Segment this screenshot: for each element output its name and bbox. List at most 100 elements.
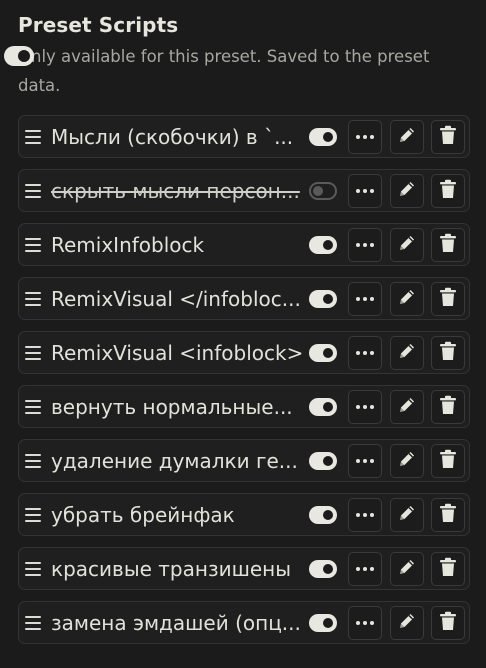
edit-script-button[interactable] xyxy=(390,228,424,262)
script-name: вернуть нормальные... xyxy=(51,394,293,419)
script-row: замена эмдашей (опц... xyxy=(18,601,470,644)
drag-handle-icon[interactable] xyxy=(25,129,45,144)
script-name: RemixVisual <infoblock> xyxy=(51,340,304,365)
script-row: красивые транзишены xyxy=(18,547,470,590)
ellipsis-icon xyxy=(356,135,374,139)
pencil-icon xyxy=(397,179,417,203)
pencil-icon xyxy=(397,287,417,311)
more-options-button[interactable] xyxy=(348,390,382,424)
script-name: убрать брейнфак xyxy=(51,502,235,527)
edit-script-button[interactable] xyxy=(390,282,424,316)
trash-icon xyxy=(439,449,457,473)
more-options-button[interactable] xyxy=(348,282,382,316)
more-options-button[interactable] xyxy=(348,174,382,208)
delete-script-button[interactable] xyxy=(431,552,465,586)
more-options-button[interactable] xyxy=(348,606,382,640)
script-enable-toggle[interactable] xyxy=(309,344,337,362)
pencil-icon xyxy=(397,125,417,149)
drag-handle-icon[interactable] xyxy=(25,345,45,360)
drag-handle-icon[interactable] xyxy=(25,399,45,414)
trash-icon xyxy=(439,287,457,311)
script-enable-toggle[interactable] xyxy=(309,506,337,524)
more-options-button[interactable] xyxy=(348,120,382,154)
script-name: RemixVisual </infobloc... xyxy=(51,286,301,311)
delete-script-button[interactable] xyxy=(431,120,465,154)
edit-script-button[interactable] xyxy=(390,120,424,154)
script-enable-toggle[interactable] xyxy=(309,452,337,470)
panel-description: Only available for this preset. Saved to… xyxy=(18,47,430,95)
delete-script-button[interactable] xyxy=(431,282,465,316)
ellipsis-icon xyxy=(356,621,374,625)
drag-handle-icon[interactable] xyxy=(25,453,45,468)
trash-icon xyxy=(439,611,457,635)
delete-script-button[interactable] xyxy=(431,444,465,478)
script-name: красивые транзишены xyxy=(51,556,292,581)
pencil-icon xyxy=(397,503,417,527)
edit-script-button[interactable] xyxy=(390,390,424,424)
script-row: RemixVisual <infoblock> xyxy=(18,331,470,374)
script-name: Мысли (скобочки) в `... xyxy=(51,124,294,149)
trash-icon xyxy=(439,233,457,257)
trash-icon xyxy=(439,503,457,527)
script-name: замена эмдашей (опц... xyxy=(51,610,301,635)
script-row: скрыть мысли персон... xyxy=(18,169,470,212)
delete-script-button[interactable] xyxy=(431,336,465,370)
more-options-button[interactable] xyxy=(348,444,382,478)
delete-script-button[interactable] xyxy=(431,606,465,640)
script-row: убрать брейнфак xyxy=(18,493,470,536)
ellipsis-icon xyxy=(356,297,374,301)
ellipsis-icon xyxy=(356,351,374,355)
drag-handle-icon[interactable] xyxy=(25,237,45,252)
pencil-icon xyxy=(397,341,417,365)
ellipsis-icon xyxy=(356,513,374,517)
delete-script-button[interactable] xyxy=(431,228,465,262)
more-options-button[interactable] xyxy=(348,552,382,586)
script-row: RemixInfoblock xyxy=(18,223,470,266)
drag-handle-icon[interactable] xyxy=(25,507,45,522)
edit-script-button[interactable] xyxy=(390,498,424,532)
edit-script-button[interactable] xyxy=(390,174,424,208)
edit-script-button[interactable] xyxy=(390,552,424,586)
trash-icon xyxy=(439,179,457,203)
pencil-icon xyxy=(397,557,417,581)
trash-icon xyxy=(439,341,457,365)
edit-script-button[interactable] xyxy=(390,606,424,640)
pencil-icon xyxy=(397,395,417,419)
script-name: удаление думалки ге... xyxy=(51,448,298,473)
delete-script-button[interactable] xyxy=(431,174,465,208)
trash-icon xyxy=(439,395,457,419)
drag-handle-icon[interactable] xyxy=(25,615,45,630)
drag-handle-icon[interactable] xyxy=(25,561,45,576)
edit-script-button[interactable] xyxy=(390,444,424,478)
panel-title: Preset Scripts xyxy=(18,13,179,37)
preset-scripts-toggle[interactable] xyxy=(4,46,34,66)
trash-icon xyxy=(439,125,457,149)
delete-script-button[interactable] xyxy=(431,498,465,532)
ellipsis-icon xyxy=(356,189,374,193)
drag-handle-icon[interactable] xyxy=(25,291,45,306)
ellipsis-icon xyxy=(356,567,374,571)
more-options-button[interactable] xyxy=(348,228,382,262)
delete-script-button[interactable] xyxy=(431,390,465,424)
preset-scripts-panel: Preset Scripts Only available for this p… xyxy=(0,0,486,668)
pencil-icon xyxy=(397,611,417,635)
ellipsis-icon xyxy=(356,243,374,247)
script-enable-toggle[interactable] xyxy=(309,560,337,578)
edit-script-button[interactable] xyxy=(390,336,424,370)
ellipsis-icon xyxy=(356,405,374,409)
script-enable-toggle[interactable] xyxy=(309,128,337,146)
pencil-icon xyxy=(397,233,417,257)
script-name: скрыть мысли персон... xyxy=(51,178,300,203)
script-enable-toggle[interactable] xyxy=(309,398,337,416)
script-enable-toggle[interactable] xyxy=(309,236,337,254)
more-options-button[interactable] xyxy=(348,498,382,532)
pencil-icon xyxy=(397,449,417,473)
script-enable-toggle[interactable] xyxy=(309,182,337,200)
script-enable-toggle[interactable] xyxy=(309,290,337,308)
ellipsis-icon xyxy=(356,459,374,463)
script-row: вернуть нормальные... xyxy=(18,385,470,428)
script-enable-toggle[interactable] xyxy=(309,614,337,632)
more-options-button[interactable] xyxy=(348,336,382,370)
drag-handle-icon[interactable] xyxy=(25,183,45,198)
panel-header: Preset Scripts xyxy=(4,10,486,66)
